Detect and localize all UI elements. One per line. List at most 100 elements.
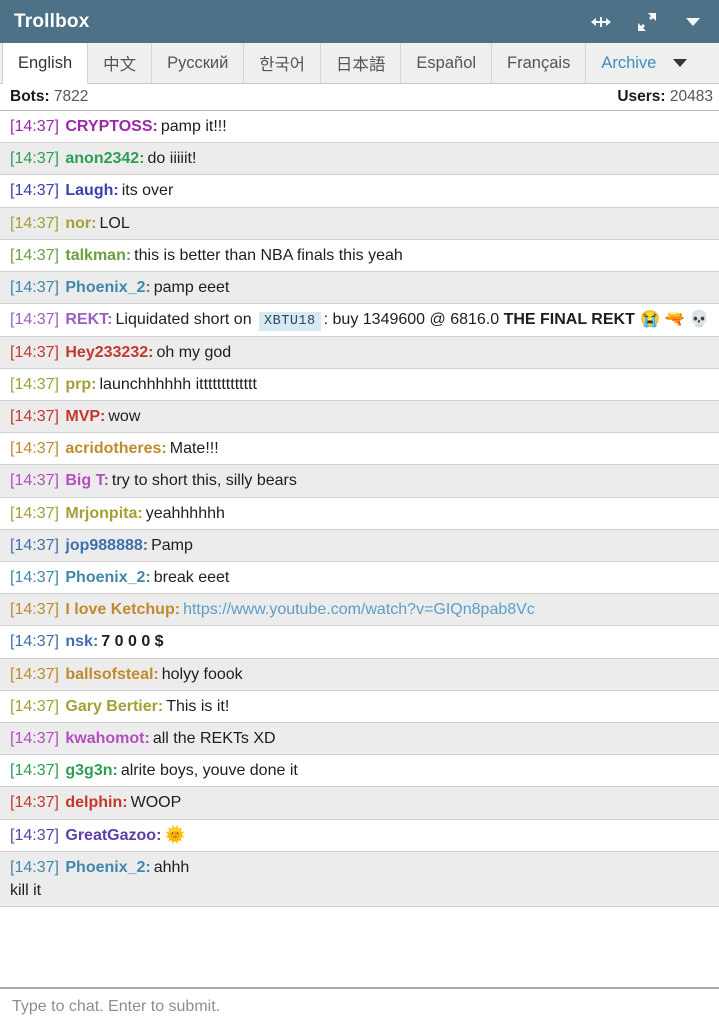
tab-russian[interactable]: Русский [152, 43, 245, 83]
chat-message: [14:37] Phoenix_2: pamp eeet [0, 271, 719, 305]
message-author: delphin: [65, 794, 128, 812]
tab-label: Español [416, 53, 477, 72]
message-author: I love Ketchup: [65, 601, 181, 619]
message-timestamp: [14:37] [10, 504, 64, 522]
message-text: LOL [99, 214, 130, 232]
message-text: pamp it!!! [160, 118, 227, 135]
message-text: pamp eeet [153, 278, 230, 296]
message-author: nsk: [65, 633, 99, 651]
message-author: CRYPTOSS: [65, 118, 158, 135]
message-timestamp: [14:37] [10, 182, 64, 200]
users-value: 20483 [669, 88, 713, 105]
message-timestamp: [14:37] [10, 150, 64, 168]
chat-message: [14:37] Gary Bertier: This is it! [0, 690, 719, 723]
trollbox-window: Trollbox English 中文 Русский 한국어 日本語 Espa… [0, 0, 719, 1024]
tab-archive[interactable]: Archive [586, 43, 671, 83]
chat-message: [14:37] Phoenix_2: ahhh kill it [0, 851, 719, 908]
message-text: Mate!!! [169, 440, 219, 458]
chat-message: [14:37] Phoenix_2: break eeet [0, 562, 719, 595]
message-text: try to short this, silly bears [111, 472, 297, 490]
chat-message: [14:37] Mrjonpita: yeahhhhhh [0, 497, 719, 530]
message-author: prp: [65, 375, 97, 393]
message-author: anon2342: [65, 150, 145, 168]
tab-label: English [18, 53, 73, 72]
message-author: REKT: [65, 311, 113, 329]
message-author: GreatGazoo: [65, 826, 162, 844]
tab-label: 한국어 [259, 56, 305, 74]
tabs-overflow-caret-icon[interactable] [671, 43, 695, 83]
message-timestamp: [14:37] [10, 729, 64, 747]
chat-message: [14:37] Big T: try to short this, silly b… [0, 465, 719, 498]
chat-message: [14:37] GreatGazoo: 🌞 [0, 819, 719, 852]
message-text: oh my god [156, 343, 232, 361]
message-text: This is it! [166, 697, 230, 715]
tab-label: Français [507, 53, 571, 72]
chat-composer[interactable] [0, 988, 719, 1024]
tab-korean[interactable]: 한국어 [244, 43, 321, 83]
message-text: all the REKTs XD [152, 729, 276, 747]
collapse-icon[interactable] [591, 12, 611, 32]
expand-icon[interactable] [637, 12, 657, 32]
tab-label: Archive [601, 53, 657, 72]
message-author: Phoenix_2: [65, 858, 151, 876]
chat-message: [14:37] CRYPTOSS: pamp it!!! [0, 111, 719, 144]
message-timestamp: [14:37] [10, 569, 64, 586]
chat-message: [14:37] REKT: Liquidated short on XBTU18:… [0, 304, 719, 337]
message-timestamp: [14:37] [10, 826, 64, 844]
message-text: Liquidated short on XBTU18: buy 1349600 … [115, 311, 709, 332]
message-timestamp: [14:37] [10, 601, 64, 619]
chat-message: [14:37] jop988888: Pamp [0, 529, 719, 562]
message-text: wow [108, 408, 141, 426]
message-author: jop988888: [65, 536, 149, 554]
tab-japanese[interactable]: 日本語 [321, 43, 402, 83]
chat-message: [14:37] delphin: WOOP [0, 787, 719, 820]
users-label: Users: [617, 88, 666, 105]
message-text: this is better than NBA finals this yeah [134, 246, 403, 264]
message-timestamp: [14:37] [10, 858, 64, 876]
message-text: ahhh [153, 858, 190, 876]
message-text: its over [121, 182, 174, 200]
chat-input[interactable] [10, 996, 709, 1017]
users-counter: Users: 20483 [617, 88, 713, 106]
message-timestamp: [14:37] [10, 311, 64, 329]
tab-spanish[interactable]: Español [401, 43, 493, 83]
tab-label: 日本語 [335, 56, 386, 74]
chat-message-list[interactable]: [14:37] CRYPTOSS: pamp it!!! [14:37] anon2… [0, 111, 719, 988]
message-text: Pamp [151, 536, 193, 554]
message-author: talkman: [65, 246, 132, 264]
chat-message: [14:37] MVP: wow [0, 401, 719, 434]
bots-value: 7822 [53, 88, 89, 105]
message-author: nor: [65, 214, 97, 232]
tab-english[interactable]: English [2, 43, 89, 84]
chat-message: [14:37] nsk: 7 0 0 0 $ [0, 626, 719, 659]
menu-caret-icon[interactable] [683, 12, 703, 32]
message-author: Hey233232: [65, 343, 154, 361]
message-author: kwahomot: [65, 729, 150, 747]
message-timestamp: [14:37] [10, 278, 64, 296]
message-author: Mrjonpita: [65, 504, 143, 522]
bots-counter: Bots: 7822 [10, 88, 88, 106]
message-author: acridotheres: [65, 440, 167, 458]
message-timestamp: [14:37] [10, 214, 64, 232]
message-timestamp: [14:37] [10, 762, 64, 780]
message-link[interactable]: https://www.youtube.com/watch?v=GIQn8pab… [183, 601, 535, 618]
tab-french[interactable]: Français [492, 43, 587, 83]
tab-label: 中文 [103, 56, 137, 74]
message-timestamp: [14:37] [10, 440, 64, 458]
bots-label: Bots: [10, 88, 50, 105]
chat-message: [14:37] kwahomot: all the REKTs XD [0, 722, 719, 756]
tab-chinese[interactable]: 中文 [88, 43, 153, 83]
message-emoji: 😭 🔫 💀 [635, 311, 709, 329]
chat-message: [14:37] nor: LOL [0, 207, 719, 240]
message-text: alrite boys, youve done it [120, 762, 298, 780]
message-emoji: 🌞 [165, 826, 186, 844]
message-author: g3g3n: [65, 762, 118, 780]
chat-message: [14:37] g3g3n: alrite boys, youve done it [0, 755, 719, 788]
message-text: yeahhhhhh [145, 504, 225, 522]
symbol-badge: XBTU18 [259, 312, 321, 332]
message-author: Gary Bertier: [65, 697, 164, 715]
message-text-continued: kill it [10, 881, 42, 899]
message-text: break eeet [153, 569, 230, 586]
message-emphasis: THE FINAL REKT [503, 311, 635, 329]
message-text: 7 0 0 0 $ [101, 633, 163, 650]
